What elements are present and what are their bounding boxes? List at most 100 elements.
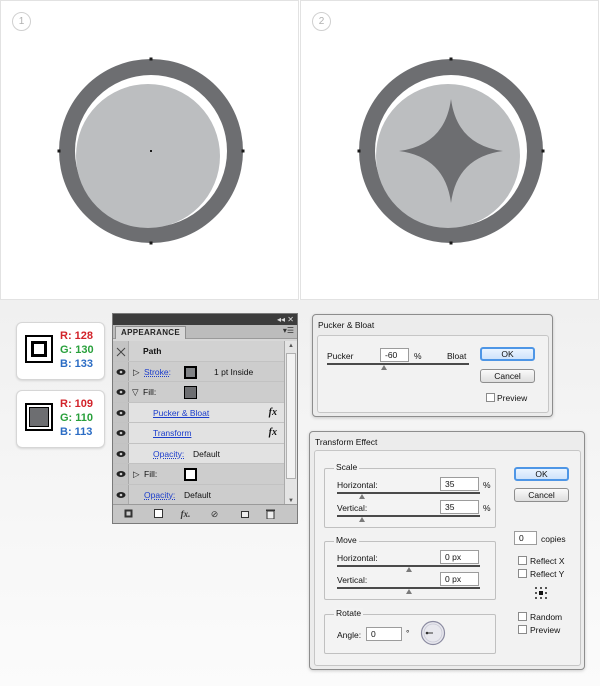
pucker-value-input[interactable]: -60 — [380, 348, 409, 362]
fill-label: Fill: — [144, 469, 158, 479]
scale-horizontal-slider-thumb[interactable] — [359, 494, 365, 499]
pucker-bloat-slider-thumb[interactable] — [380, 365, 387, 370]
opacity-value: Default — [184, 489, 211, 500]
scale-vertical-input[interactable]: 35 — [440, 500, 479, 514]
copies-input[interactable]: 0 — [514, 531, 537, 545]
scroll-up-icon[interactable]: ▲ — [288, 343, 294, 349]
add-stroke-icon[interactable] — [153, 509, 164, 520]
artwork-circle-star — [357, 57, 545, 245]
stroke-link[interactable]: Stroke: — [144, 362, 171, 382]
delete-trash-icon[interactable] — [265, 509, 276, 520]
effect-row-transform[interactable]: Transform fx — [113, 423, 285, 444]
tab-appearance[interactable]: APPEARANCE — [115, 326, 187, 339]
preview-label: Preview — [497, 393, 528, 403]
path-row[interactable]: Path — [113, 341, 285, 362]
visibility-eye-icon[interactable] — [113, 382, 129, 402]
fill-opacity-row[interactable]: Opacity: Default — [113, 443, 285, 464]
visibility-eye-icon[interactable] — [113, 423, 129, 443]
move-horizontal-label: Horizontal: — [337, 553, 378, 563]
ok-button[interactable]: OK — [480, 347, 535, 361]
fill-swatch-icon — [25, 403, 53, 431]
visibility-eye-icon[interactable] — [113, 443, 129, 463]
panel-scrollbar[interactable]: ▲ ▼ — [284, 341, 297, 506]
panel-titlebar: ◂◂ ✕ — [113, 314, 297, 325]
pucker-label: Pucker — [327, 351, 354, 361]
color-swatch-card-2: R: 109 G: 110 B: 113 — [16, 390, 105, 448]
move-horizontal-slider-thumb[interactable] — [406, 567, 412, 572]
stroke-row[interactable]: ▷ Stroke: 1 pt Inside — [113, 361, 285, 382]
path-thumbnail-icon — [113, 341, 129, 361]
random-checkbox[interactable] — [518, 612, 527, 621]
move-vertical-label: Vertical: — [337, 575, 368, 585]
stroke-color-swatch[interactable] — [184, 365, 197, 379]
visibility-eye-icon[interactable] — [113, 402, 129, 422]
angle-dial-icon[interactable] — [420, 620, 446, 646]
move-group-title: Move — [334, 535, 359, 545]
clear-appearance-icon[interactable]: ⊘ — [209, 509, 220, 520]
color-swatch-card-1: R: 128 G: 130 B: 133 — [16, 322, 105, 380]
cancel-button[interactable]: Cancel — [480, 369, 535, 383]
reference-point-locator-icon[interactable] — [535, 587, 547, 599]
cancel-button[interactable]: Cancel — [514, 488, 569, 502]
fill-row[interactable]: ▽ Fill: — [113, 382, 285, 403]
duplicate-item-icon[interactable] — [240, 509, 251, 520]
fx-icon: fx — [268, 406, 277, 418]
panel-tab-row: APPEARANCE ▾☰ — [113, 325, 297, 339]
collapse-triangle-icon[interactable]: ▽ — [132, 382, 139, 402]
fill-color-swatch[interactable] — [184, 468, 197, 481]
appearance-rows: Path ▷ Stroke: 1 pt Inside ▽ Fill: Pucke… — [113, 341, 285, 505]
fill-label: Fill: — [143, 387, 157, 397]
move-horizontal-input[interactable]: 0 px — [440, 550, 479, 564]
reflect-x-checkbox[interactable] — [518, 556, 527, 565]
copies-label: copies — [541, 534, 566, 544]
add-effect-fx-icon[interactable]: fx. — [180, 509, 191, 520]
scale-vertical-slider-thumb[interactable] — [359, 517, 365, 522]
move-vertical-slider-thumb[interactable] — [406, 589, 412, 594]
panel-footer: fx. ⊘ — [113, 504, 297, 523]
pucker-bloat-slider-track[interactable] — [327, 363, 469, 365]
stroke-weight-value: 1 pt Inside — [214, 366, 254, 377]
effect-row-pucker[interactable]: Pucker & Bloat fx — [113, 402, 285, 423]
preview-checkbox[interactable] — [518, 625, 527, 634]
blue-value: B: 113 — [60, 426, 93, 438]
object-opacity-row[interactable]: Opacity: Default — [113, 484, 285, 505]
red-value: R: 128 — [60, 330, 94, 342]
fx-icon: fx — [268, 427, 277, 438]
pucker-bloat-link[interactable]: Pucker & Bloat — [153, 403, 209, 423]
transform-link[interactable]: Transform — [153, 423, 191, 443]
fill-row-2[interactable]: ▷ Fill: — [113, 464, 285, 485]
percent-unit: % — [483, 480, 491, 490]
path-label: Path — [143, 346, 162, 356]
fill-color-swatch[interactable] — [184, 386, 197, 399]
expand-triangle-icon[interactable]: ▷ — [133, 464, 140, 484]
percent-unit: % — [414, 351, 422, 361]
preview-checkbox[interactable] — [486, 393, 495, 402]
opacity-link[interactable]: Opacity: — [144, 485, 175, 505]
reflect-x-label: Reflect X — [530, 556, 565, 566]
panel-collapse-close-controls[interactable]: ◂◂ ✕ — [277, 314, 294, 325]
blue-value: B: 133 — [60, 358, 94, 370]
visibility-eye-icon[interactable] — [113, 484, 129, 505]
inner-disc — [76, 84, 220, 228]
percent-unit: % — [483, 503, 491, 513]
stroke-swatch-icon — [25, 335, 53, 363]
scale-group-title: Scale — [334, 462, 360, 472]
visibility-eye-icon[interactable] — [113, 464, 129, 484]
dialog-title: Transform Effect — [315, 437, 378, 447]
opacity-value: Default — [193, 448, 220, 459]
opacity-link[interactable]: Opacity: — [153, 444, 184, 464]
random-label: Random — [530, 612, 563, 622]
degree-unit: ° — [406, 628, 410, 638]
angle-input[interactable]: 0 — [366, 627, 402, 641]
expand-triangle-icon[interactable]: ▷ — [133, 362, 140, 382]
move-vertical-input[interactable]: 0 px — [440, 572, 479, 586]
ok-button[interactable]: OK — [514, 467, 569, 481]
scale-horizontal-input[interactable]: 35 — [440, 477, 479, 491]
appearance-panel: ◂◂ ✕ APPEARANCE ▾☰ Path ▷ Stroke: 1 pt I… — [112, 313, 298, 524]
visibility-eye-icon[interactable] — [113, 361, 129, 381]
pucker-bloat-dialog: Pucker & Bloat Pucker -60 % Bloat OK Can… — [312, 314, 553, 417]
panel-menu-icon[interactable]: ▾☰ — [283, 326, 294, 335]
scroll-thumb[interactable] — [286, 353, 296, 479]
new-art-icon[interactable] — [123, 509, 134, 520]
reflect-y-checkbox[interactable] — [518, 569, 527, 578]
